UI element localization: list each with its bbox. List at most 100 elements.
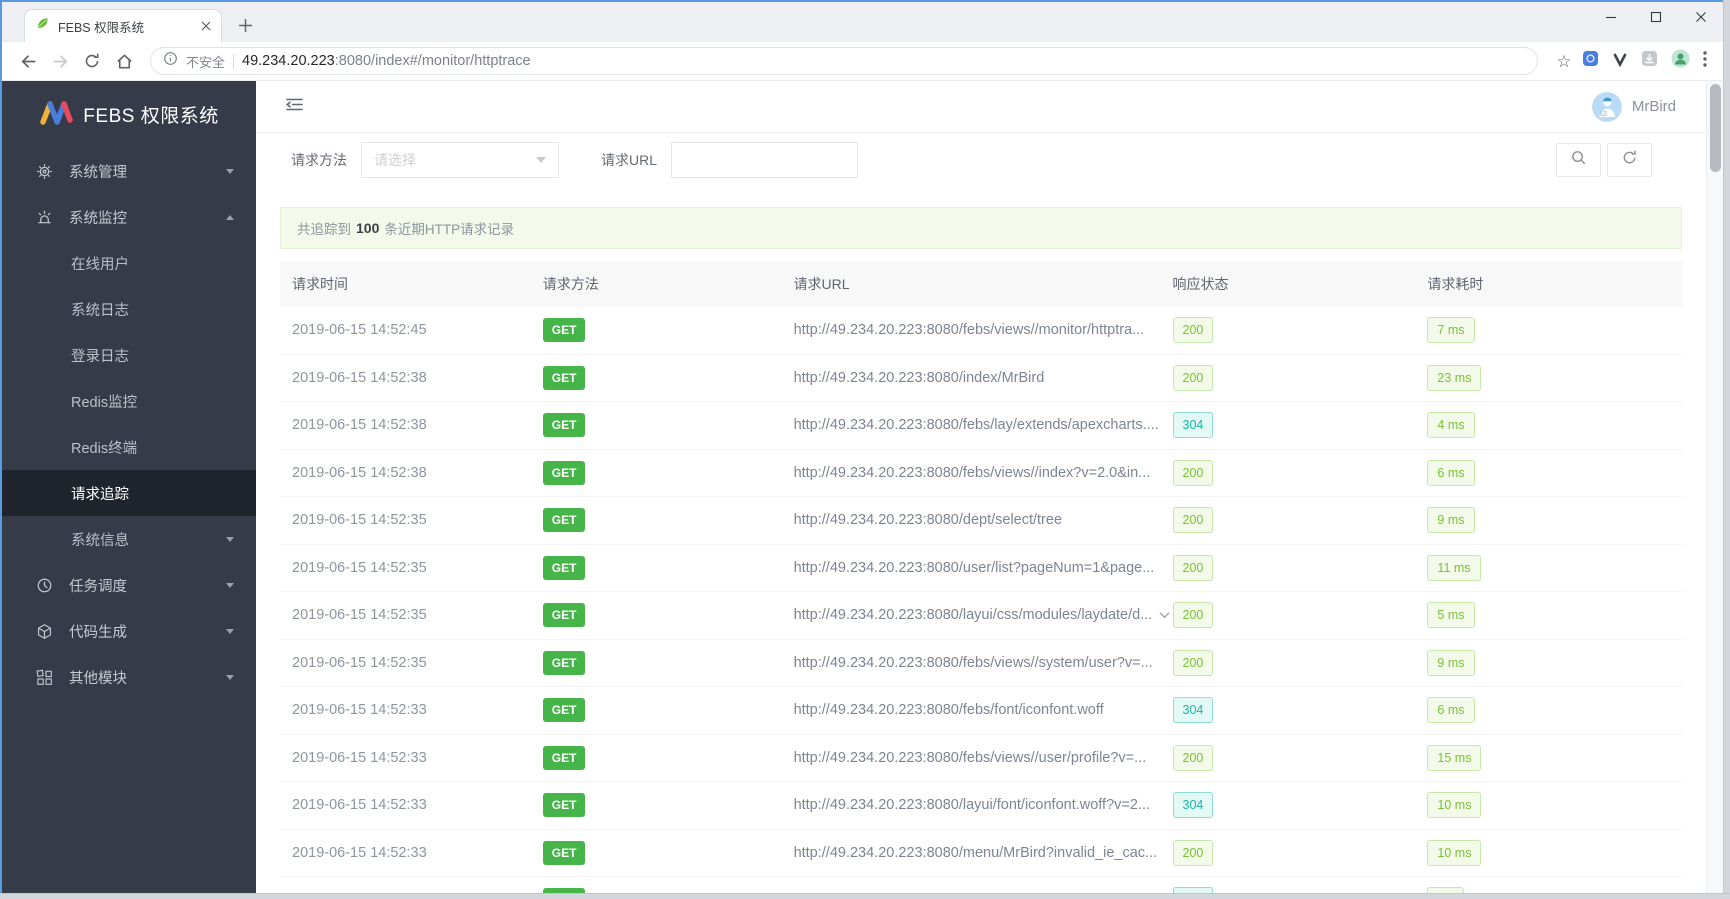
alert-suffix: 条近期HTTP请求记录 [384, 222, 515, 237]
table-row-partial[interactable]: 2019-06-15 14:52:33 GET http://49.234.20… [280, 877, 1682, 893]
table-row[interactable]: 2019-06-15 14:52:35 GET http://49.234.20… [280, 592, 1682, 640]
profile-avatar-icon[interactable] [1671, 49, 1690, 73]
filter-bar: 请求方法 请选择 请求URL [280, 133, 1682, 187]
method-badge: GET [542, 840, 586, 865]
window-border-right[interactable] [1723, 0, 1730, 899]
close-window-button[interactable] [1678, 2, 1723, 31]
chevron-down-icon[interactable] [1159, 607, 1170, 623]
request-url: http://49.234.20.223:8080/febs/views//us… [793, 749, 1147, 766]
window-border-left [0, 0, 2, 899]
search-button[interactable] [1556, 143, 1601, 177]
tab-title: FEBS 权限系统 [58, 20, 145, 35]
sidebar-item-system-log[interactable]: 系统日志 [2, 286, 256, 332]
browser-window: FEBS 权限系统 不安全 49.234.20.223:8080/index#/… [0, 0, 1730, 899]
chevron-down-icon [226, 168, 234, 174]
window-border-top [0, 0, 1730, 2]
page-scrollbar[interactable] [1706, 81, 1723, 893]
back-icon[interactable] [13, 46, 43, 76]
method-badge: GET [542, 698, 586, 723]
browser-tab[interactable]: FEBS 权限系统 [24, 9, 222, 42]
table-row[interactable]: 2019-06-15 14:52:38 GET http://49.234.20… [280, 402, 1682, 450]
sidebar-item-system-info[interactable]: 系统信息 [2, 516, 256, 562]
refresh-button[interactable] [1607, 143, 1652, 177]
reload-icon[interactable] [77, 46, 107, 76]
url-path: :8080/index#/monitor/httptrace [334, 53, 531, 69]
extension-v-icon[interactable] [1612, 51, 1628, 72]
tab-close-icon[interactable] [201, 21, 211, 31]
request-url: http://49.234.20.223:8080/febs/lay/exten… [793, 417, 1159, 434]
alert-prefix: 共追踪到 [297, 222, 351, 237]
bookmark-star-icon[interactable]: ☆ [1549, 46, 1579, 76]
url-filter-input[interactable] [671, 142, 859, 178]
table-row[interactable]: 2019-06-15 14:52:38 GET http://49.234.20… [280, 450, 1682, 497]
sidebar-item-redis-monitor[interactable]: Redis监控 [2, 378, 256, 424]
extensions-area [1582, 49, 1707, 73]
extension-gray-icon[interactable] [1641, 50, 1658, 72]
table-row[interactable]: 2019-06-15 14:52:33 GET http://49.234.20… [280, 735, 1682, 782]
search-icon [1570, 149, 1587, 171]
table-row[interactable]: 2019-06-15 14:52:35 GET http://49.234.20… [280, 545, 1682, 592]
request-url: http://49.234.20.223:8080/menu/MrBird?in… [793, 844, 1158, 861]
chevron-down-icon [536, 157, 546, 163]
duration-badge: 23 ms [1427, 364, 1482, 391]
duration-badge: 6 ms [1427, 459, 1475, 486]
chevron-down-icon [226, 674, 234, 680]
address-bar[interactable]: 不安全 49.234.20.223:8080/index#/monitor/ht… [150, 47, 1538, 75]
maximize-button[interactable] [1633, 2, 1678, 31]
info-icon[interactable] [163, 51, 178, 71]
sidebar-item-other-modules[interactable]: 其他模块 [2, 654, 256, 700]
sidebar-item-label: 任务调度 [69, 578, 127, 595]
method-filter-label: 请求方法 [291, 152, 347, 168]
table-row[interactable]: 2019-06-15 14:52:35 GET http://49.234.20… [280, 497, 1682, 545]
sidebar-item-request-trace[interactable]: 请求追踪 [2, 470, 256, 516]
sidebar: FEBS 权限系统 系统管理 系统监控 在线用户 系统日志 登录日志 Redis… [2, 81, 256, 893]
extension-blue-icon[interactable] [1582, 50, 1599, 72]
request-url: http://49.234.20.223:8080/layui/css/modu… [794, 607, 1173, 623]
alarm-icon [36, 209, 54, 226]
new-tab-button[interactable] [238, 18, 253, 33]
sidebar-item-task-schedule[interactable]: 任务调度 [2, 562, 256, 608]
window-border-bottom[interactable] [0, 893, 1730, 899]
request-url: http://49.234.20.223:8080/febs/views//sy… [793, 654, 1153, 671]
forward-icon[interactable] [45, 46, 75, 76]
method-select[interactable]: 请选择 [361, 142, 559, 178]
sidebar-item-system-monitor[interactable]: 系统监控 [2, 194, 256, 240]
sidebar-item-system-management[interactable]: 系统管理 [2, 148, 256, 194]
username: MrBird [1631, 98, 1676, 115]
duration-badge: 15 ms [1427, 744, 1482, 771]
sidebar-item-online-users[interactable]: 在线用户 [2, 240, 256, 286]
status-badge: 200 [1172, 602, 1214, 629]
sidebar-item-redis-terminal[interactable]: Redis终端 [2, 424, 256, 470]
minimize-button[interactable] [1588, 2, 1633, 31]
user-menu[interactable]: MrBird [1591, 91, 1676, 122]
request-url: http://49.234.20.223:8080/user/list?page… [793, 559, 1155, 576]
request-url: http://49.234.20.223:8080/febs/font/icon… [793, 702, 1104, 719]
app-logo[interactable]: FEBS 权限系统 [2, 81, 256, 148]
sidebar-item-code-generation[interactable]: 代码生成 [2, 608, 256, 654]
browser-menu-icon[interactable] [1703, 50, 1707, 72]
sidebar-collapse-icon[interactable] [284, 95, 305, 119]
request-time: 2019-06-15 14:52:35 [292, 607, 427, 624]
table-row[interactable]: 2019-06-15 14:52:38 GET http://49.234.20… [280, 355, 1682, 402]
table-row[interactable]: 2019-06-15 14:52:33 GET http://49.234.20… [280, 687, 1682, 735]
sidebar-item-login-log[interactable]: 登录日志 [2, 332, 256, 378]
tab-strip: FEBS 权限系统 [2, 2, 1723, 42]
febs-logo-icon [39, 99, 74, 131]
sidebar-item-label: Redis终端 [71, 440, 138, 457]
col-header-duration: 请求耗时 [1427, 276, 1484, 292]
method-badge: GET [542, 460, 586, 485]
app-title: FEBS 权限系统 [83, 106, 219, 127]
status-badge: 200 [1172, 649, 1214, 676]
home-icon[interactable] [109, 46, 139, 76]
table-row[interactable]: 2019-06-15 14:52:45 GET http://49.234.20… [280, 307, 1682, 355]
table-row[interactable]: 2019-06-15 14:52:35 GET http://49.234.20… [280, 640, 1682, 687]
app-root: FEBS 权限系统 系统管理 系统监控 在线用户 系统日志 登录日志 Redis… [2, 81, 1723, 893]
table-row[interactable]: 2019-06-15 14:52:33 GET http://49.234.20… [280, 782, 1682, 830]
status-badge: 304 [1172, 792, 1214, 819]
table-row[interactable]: 2019-06-15 14:52:33 GET http://49.234.20… [280, 830, 1682, 877]
sidebar-item-label: 系统监控 [69, 210, 127, 227]
scrollbar-thumb[interactable] [1710, 84, 1721, 172]
col-header-status: 响应状态 [1172, 276, 1229, 292]
url-filter-label: 请求URL [601, 152, 658, 168]
refresh-icon [1621, 149, 1638, 171]
